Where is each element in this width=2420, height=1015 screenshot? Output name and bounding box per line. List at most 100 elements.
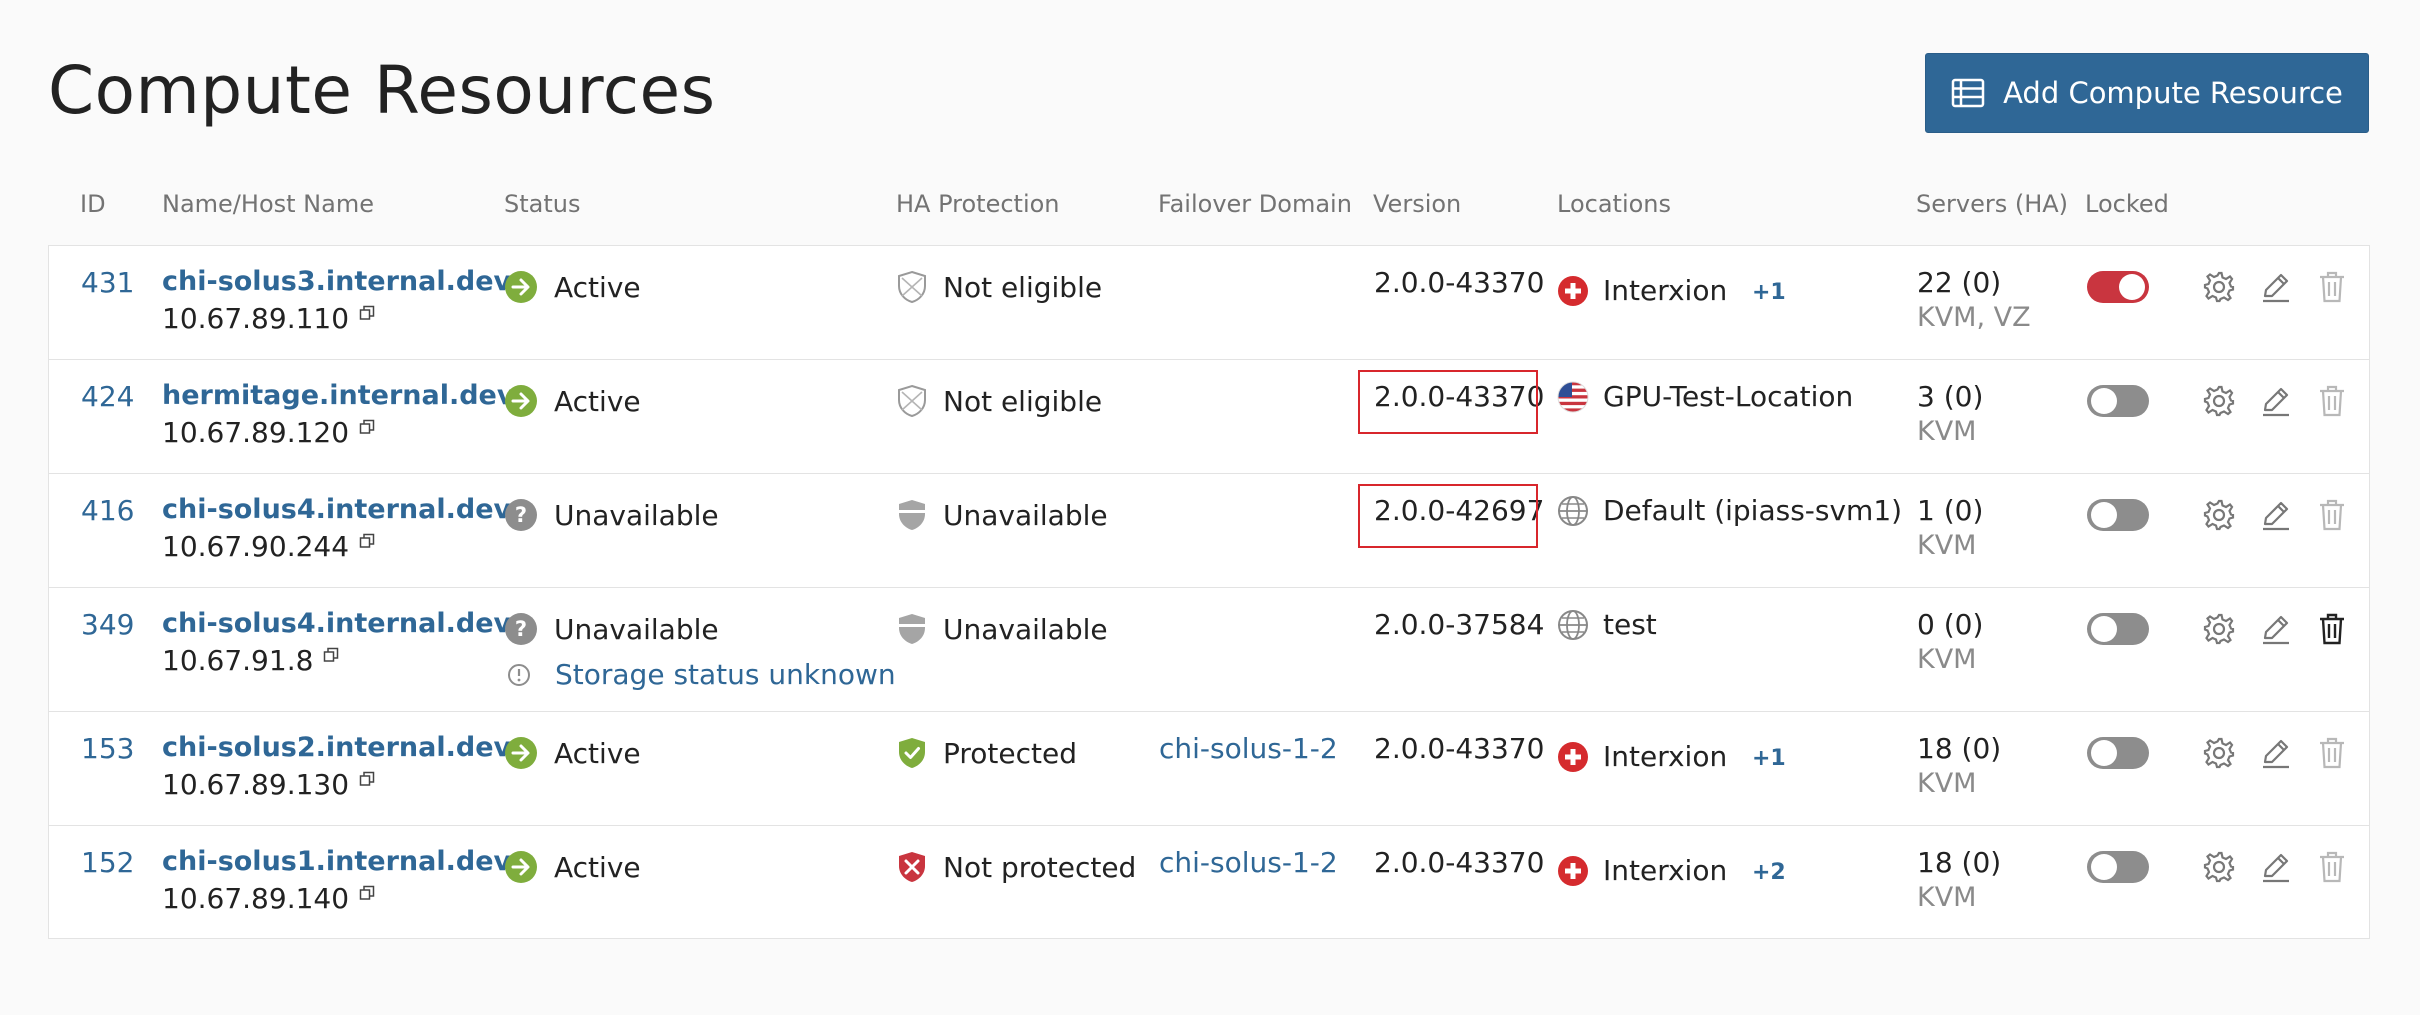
version-highlight-box [1358,370,1538,434]
status: Active [504,850,641,884]
status-text: Unavailable [554,612,719,646]
table-row: 416 chi-solus4.internal.dev 10.67.90.244? U… [49,474,2369,588]
storage-status-link[interactable]: Storage status unknown [507,658,896,691]
trash-icon[interactable] [2317,736,2347,770]
pencil-icon[interactable] [2259,498,2293,532]
col-failover-domain[interactable]: Failover Domain [1158,190,1352,218]
col-ha-protection[interactable]: HA Protection [896,190,1060,218]
servers-count: 18 (0) [1917,732,2002,765]
shield-outline-x-icon [897,384,927,418]
locked-toggle[interactable] [2087,385,2149,417]
add-compute-resource-label: Add Compute Resource [2003,76,2343,110]
pencil-icon[interactable] [2259,384,2293,418]
locked-toggle[interactable] [2087,271,2149,303]
location-name: test [1603,608,1657,641]
copy-icon[interactable] [359,523,375,556]
host-name-link[interactable]: chi-solus2.internal.dev [162,732,511,763]
table-row: 153 chi-solus2.internal.dev 10.67.89.130 Ac… [49,712,2369,826]
col-version[interactable]: Version [1373,190,1461,218]
trash-icon[interactable] [2317,612,2347,646]
version: 2.0.0-43370 [1374,846,1545,879]
gear-icon[interactable] [2202,612,2236,646]
pencil-icon[interactable] [2259,850,2293,884]
status-text: Active [554,384,641,418]
location-name: Interxion [1603,274,1728,307]
active-arrow-icon [504,850,538,884]
trash-icon[interactable] [2317,498,2347,532]
active-arrow-icon [504,270,538,304]
locked-toggle[interactable] [2087,613,2149,645]
virtualization-types: KVM [1917,416,1977,447]
host-ip-text: 10.67.89.110 [162,302,350,335]
col-status[interactable]: Status [504,190,580,218]
trash-icon[interactable] [2317,270,2347,304]
pencil-icon[interactable] [2259,736,2293,770]
add-compute-resource-button[interactable]: Add Compute Resource [1925,53,2369,133]
ha-protection-text: Unavailable [943,612,1108,646]
col-locked[interactable]: Locked [2085,190,2169,218]
shield-gray-icon [897,498,927,532]
more-locations-link[interactable]: +1 [1752,280,1786,305]
host-name-link[interactable]: hermitage.internal.dev [162,380,514,411]
table-row: 424 hermitage.internal.dev 10.67.89.120 Act… [49,360,2369,474]
copy-icon[interactable] [359,295,375,328]
pencil-icon[interactable] [2259,612,2293,646]
toggle-knob [2119,274,2145,300]
location: Interxion [1557,274,1727,307]
servers-count: 0 (0) [1917,608,1984,641]
page-title: Compute Resources [48,52,716,129]
ha-protection: Not protected [897,850,1136,884]
servers-count: 22 (0) [1917,266,2002,299]
row-id[interactable]: 416 [81,494,134,527]
failover-domain-link[interactable]: chi-solus-1-2 [1159,732,1338,765]
copy-icon[interactable] [323,637,339,670]
row-id[interactable]: 424 [81,380,134,413]
status: Active [504,736,641,770]
gear-icon[interactable] [2202,270,2236,304]
status: ? Unavailable [504,612,719,646]
ha-protection-text: Not eligible [943,384,1103,418]
host-name-link[interactable]: chi-solus4.internal.dev [162,494,511,525]
host-ip: 10.67.90.244 [162,530,375,563]
servers-count: 1 (0) [1917,494,1984,527]
host-name-link[interactable]: chi-solus4.internal.dev [162,608,511,639]
trash-icon[interactable] [2317,384,2347,418]
gear-icon[interactable] [2202,850,2236,884]
col-servers[interactable]: Servers (HA) [1916,190,2068,218]
gear-icon[interactable] [2202,736,2236,770]
copy-icon[interactable] [359,875,375,908]
table-row: 349 chi-solus4.internal.dev 10.67.91.8 ? Una… [49,588,2369,712]
row-id[interactable]: 431 [81,266,134,299]
locked-toggle[interactable] [2087,737,2149,769]
col-name[interactable]: Name/Host Name [162,190,374,218]
virtualization-types: KVM [1917,530,1977,561]
status-text: Active [554,736,641,770]
copy-icon[interactable] [359,409,375,442]
swiss-flag-icon [1557,741,1589,773]
locked-toggle[interactable] [2087,499,2149,531]
table-header: ID Name/Host Name Status HA Protection F… [48,190,2370,230]
more-locations-link[interactable]: +2 [1752,860,1786,885]
trash-icon[interactable] [2317,850,2347,884]
toggle-knob [2091,854,2117,880]
host-ip-text: 10.67.89.120 [162,416,350,449]
ha-protection-text: Not eligible [943,270,1103,304]
gear-icon[interactable] [2202,498,2236,532]
col-locations[interactable]: Locations [1557,190,1671,218]
host-name-link[interactable]: chi-solus3.internal.dev [162,266,511,297]
more-locations-link[interactable]: +1 [1752,746,1786,771]
failover-domain-link[interactable]: chi-solus-1-2 [1159,846,1338,879]
host-ip-text: 10.67.91.8 [162,644,314,677]
locked-toggle[interactable] [2087,851,2149,883]
host-name-link[interactable]: chi-solus1.internal.dev [162,846,511,877]
copy-icon[interactable] [359,761,375,794]
row-id[interactable]: 349 [81,608,134,641]
col-id[interactable]: ID [80,190,106,218]
table-row: 152 chi-solus1.internal.dev 10.67.89.140 Ac… [49,826,2369,940]
row-id[interactable]: 153 [81,732,134,765]
row-id[interactable]: 152 [81,846,134,879]
host-ip-text: 10.67.89.130 [162,768,350,801]
pencil-icon[interactable] [2259,270,2293,304]
ha-protection: Not eligible [897,270,1102,304]
gear-icon[interactable] [2202,384,2236,418]
